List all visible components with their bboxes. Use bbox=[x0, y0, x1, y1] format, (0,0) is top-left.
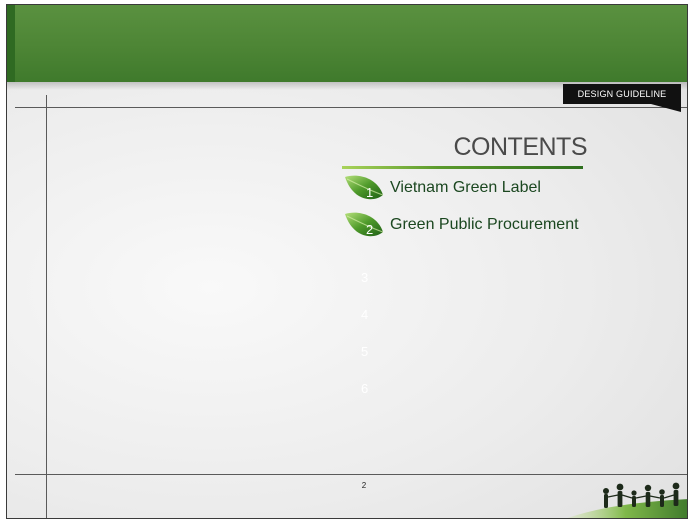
item-label: Vietnam Green Label bbox=[390, 179, 541, 196]
guide-line-top bbox=[15, 107, 687, 108]
header-band bbox=[7, 5, 687, 82]
contents-item-2[interactable]: 2 Green Public Procurement bbox=[343, 210, 643, 244]
design-guideline-tag: DESIGN GUIDELINE bbox=[563, 84, 681, 104]
contents-title: CONTENTS bbox=[453, 133, 588, 161]
empty-item-number: 6 bbox=[361, 381, 369, 396]
page-number: 2 bbox=[361, 481, 367, 490]
tag-tail bbox=[651, 104, 681, 112]
contents-item-1[interactable]: 1 Vietnam Green Label bbox=[343, 173, 643, 207]
item-number: 2 bbox=[366, 222, 374, 237]
slide: DESIGN GUIDELINE CONTENTS 1 Vietnam Gree… bbox=[6, 4, 688, 519]
family-silhouette-icon bbox=[567, 482, 687, 518]
empty-item-number: 3 bbox=[361, 270, 369, 285]
item-number: 1 bbox=[366, 185, 374, 200]
header-corner bbox=[7, 5, 15, 82]
empty-item-number: 5 bbox=[361, 344, 369, 359]
item-label: Green Public Procurement bbox=[390, 216, 579, 233]
title-underline bbox=[342, 166, 583, 169]
empty-item-number: 4 bbox=[361, 307, 369, 322]
guide-line-left bbox=[46, 95, 47, 518]
